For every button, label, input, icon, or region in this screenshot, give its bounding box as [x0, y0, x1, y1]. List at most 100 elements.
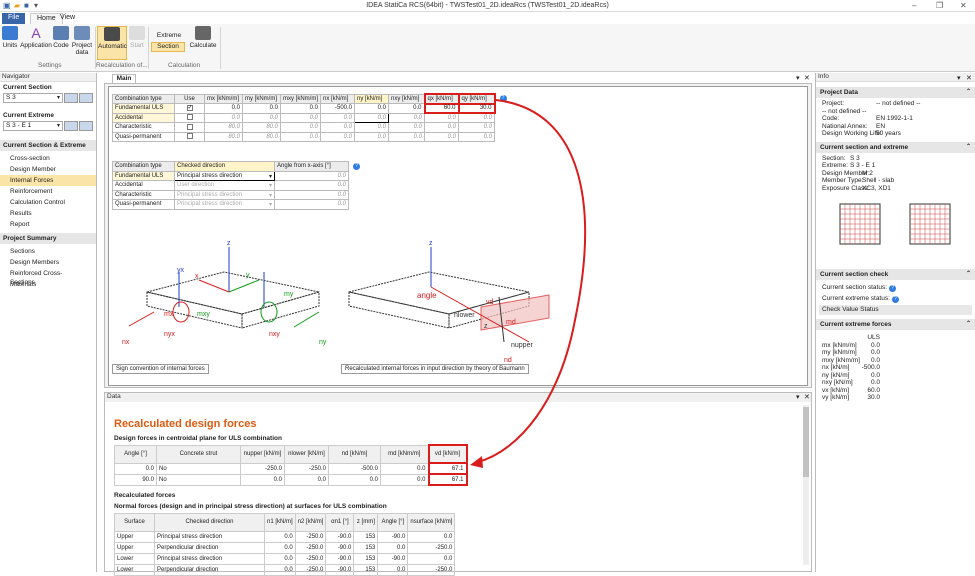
cell-qy[interactable]: 0.0 [458, 112, 495, 123]
cell-angle[interactable]: 0.0 [274, 180, 349, 191]
current-extreme-label: Current Extreme [3, 112, 54, 119]
cell-mxy[interactable]: 0.0 [280, 112, 321, 123]
nav-item-design-member[interactable]: Design Member [0, 164, 96, 175]
cell-nxy[interactable]: 0.0 [388, 131, 425, 142]
data-close-icon[interactable]: ✕ [804, 393, 810, 401]
status-icon[interactable]: ? [889, 285, 897, 292]
nav-item-reinforced-cross-sections[interactable]: Reinforced Cross-Sections [0, 268, 96, 286]
project-data-button[interactable]: Project data [71, 26, 93, 56]
prev-section-icon[interactable] [64, 93, 78, 103]
nav-item-cross-section[interactable]: Cross-section [0, 153, 96, 164]
cell-mx[interactable]: 80.0 [204, 131, 243, 142]
current-section-combo[interactable]: S 3 [3, 93, 63, 103]
direction-select[interactable]: Principal stress direction ▾ [174, 189, 275, 200]
cell-ny[interactable]: 0.0 [354, 122, 389, 133]
next-section-icon[interactable] [79, 93, 93, 103]
prev-extreme-icon[interactable] [64, 121, 78, 131]
use-checkbox[interactable] [186, 133, 193, 140]
help-icon[interactable]: ? [353, 162, 360, 170]
restore-icon[interactable]: ❐ [936, 1, 943, 10]
cell-nx[interactable]: -500.0 [320, 103, 355, 114]
tab-file[interactable]: File [2, 13, 26, 24]
force-value: 0.0 [870, 341, 880, 349]
direction-select[interactable]: Principal stress direction ▾ [174, 170, 275, 181]
cell-mxy[interactable]: 0.0 [280, 103, 321, 114]
data-pin-icon[interactable]: ▾ [796, 393, 800, 401]
cell-my[interactable]: 0.0 [242, 103, 281, 114]
help-icon[interactable]: ? [499, 95, 507, 103]
cell-nxy[interactable]: 0.0 [388, 112, 425, 123]
scrollbar-thumb[interactable] [803, 407, 809, 477]
tab-view[interactable]: View [54, 13, 81, 24]
cell-nxy[interactable]: 0.0 [388, 122, 425, 133]
nav-item-reinforcement[interactable]: Reinforcement [0, 186, 96, 197]
cell-qx[interactable]: 0.0 [424, 112, 459, 123]
section-check-head[interactable]: Current section check [816, 269, 975, 280]
nav-item-calculation-control[interactable]: Calculation Control [0, 197, 96, 208]
direction-select[interactable]: User direction ▾ [174, 180, 275, 191]
cell-qy[interactable]: 30.0 [457, 102, 496, 114]
nav-section-head[interactable]: Current Section & Extreme [0, 140, 96, 151]
current-extreme-combo[interactable]: S 3 - E 1 [3, 121, 63, 131]
cell-angle[interactable]: 0.0 [274, 199, 349, 210]
nav-summary-head[interactable]: Project Summary [0, 233, 96, 244]
label-md: md [506, 319, 516, 326]
info-pin-icon[interactable]: ▾ [957, 74, 961, 82]
units-button[interactable]: Units [2, 26, 18, 49]
status-icon[interactable]: ? [891, 296, 899, 303]
current-section-head[interactable]: Current section and extreme [816, 141, 975, 153]
close-icon[interactable]: ✕ [960, 1, 967, 10]
cell-qx[interactable]: 60.0 [423, 102, 460, 114]
data-sub1: Design forces in centroidal plane for UL… [114, 435, 282, 442]
cell-nx[interactable]: 0.0 [320, 131, 355, 142]
info-close-icon[interactable]: ✕ [966, 74, 972, 82]
cell-angle[interactable]: 0.0 [274, 189, 349, 200]
cell-nx[interactable]: 0.0 [320, 122, 355, 133]
cell-mx[interactable]: 0.0 [204, 103, 243, 114]
nav-item-design-members[interactable]: Design Members [0, 257, 96, 268]
direction-select[interactable]: Principal stress direction ▾ [174, 199, 275, 210]
project-data-head[interactable]: Project Data [816, 87, 975, 98]
cell-nxy[interactable]: 0.0 [388, 103, 425, 114]
use-checkbox[interactable] [186, 104, 193, 111]
cell: 0.0 [380, 473, 429, 486]
nav-item-report[interactable]: Report [0, 219, 96, 230]
main-close-icon[interactable]: ✕ [804, 74, 810, 82]
cell-ny[interactable]: 0.0 [354, 112, 389, 123]
cell-ny[interactable]: 0.0 [354, 103, 389, 114]
cell-my[interactable]: 0.0 [242, 112, 281, 123]
tab-main[interactable]: Main [112, 74, 136, 83]
minimize-icon[interactable]: – [912, 1, 916, 10]
extreme-forces-head[interactable]: Current extreme forces [816, 319, 975, 330]
info-value: M 2 [862, 169, 873, 177]
cell-qy[interactable]: 0.0 [458, 122, 495, 133]
application-button[interactable]: A Application [20, 26, 52, 49]
nav-item-results[interactable]: Results [0, 208, 96, 219]
cell-qx[interactable]: 0.0 [424, 122, 459, 133]
pin-icon[interactable]: ▾ [796, 74, 800, 82]
data-scrollbar[interactable] [803, 405, 809, 565]
nav-item-materials[interactable]: Materials [0, 279, 96, 290]
cell-qy[interactable]: 0.0 [458, 131, 495, 142]
cell-my[interactable]: 80.0 [242, 131, 281, 142]
code-button[interactable]: Code [53, 26, 69, 49]
cell-qx[interactable]: 0.0 [424, 131, 459, 142]
use-checkbox[interactable] [186, 123, 193, 130]
cell-my[interactable]: 80.0 [242, 122, 281, 133]
calculate-button[interactable]: Calculate [189, 26, 217, 49]
cell-mxy[interactable]: 0.0 [280, 131, 321, 142]
cell-mxy[interactable]: 0.0 [280, 122, 321, 133]
group-calculation: Calculation [168, 62, 201, 69]
use-checkbox[interactable] [186, 114, 193, 121]
automatic-button[interactable]: Automatic [97, 26, 127, 60]
cell-angle[interactable]: 0.0 [274, 170, 349, 181]
section-button[interactable]: Section [151, 42, 185, 52]
next-extreme-icon[interactable] [79, 121, 93, 131]
nav-item-sections[interactable]: Sections [0, 246, 96, 257]
cell-ny[interactable]: 0.0 [354, 131, 389, 142]
cell-mx[interactable]: 0.0 [204, 112, 243, 123]
cell-nx[interactable]: 0.0 [320, 112, 355, 123]
start-button[interactable]: Start [128, 26, 146, 49]
nav-item-internal-forces[interactable]: Internal Forces [0, 175, 96, 186]
cell-mx[interactable]: 80.0 [204, 122, 243, 133]
